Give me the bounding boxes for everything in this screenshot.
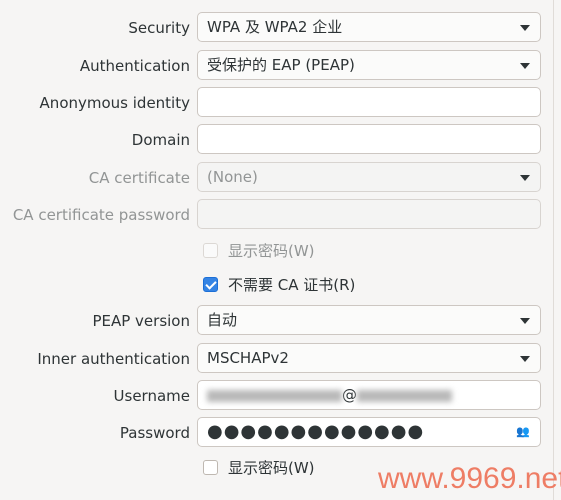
- authentication-label: Authentication: [79, 57, 190, 75]
- authentication-value: 受保护的 EAP (PEAP): [207, 56, 355, 74]
- domain-label: Domain: [131, 131, 190, 149]
- username-row: Username @: [0, 380, 561, 412]
- chevron-down-icon: [520, 63, 530, 69]
- ca-certificate-password-label: CA certificate password: [12, 206, 190, 224]
- peap-version-label: PEAP version: [92, 312, 190, 330]
- show-password-label: 显示密码(W): [228, 459, 315, 477]
- authentication-dropdown[interactable]: 受保护的 EAP (PEAP): [197, 50, 541, 80]
- peap-version-value: 自动: [207, 311, 238, 329]
- security-dropdown[interactable]: WPA 及 WPA2 企业: [197, 12, 541, 42]
- peap-version-row: PEAP version 自动: [0, 305, 561, 337]
- domain-input[interactable]: [197, 124, 541, 154]
- ca-certificate-password-row: CA certificate password: [0, 199, 561, 231]
- domain-row: Domain: [0, 124, 561, 156]
- person-key-icon[interactable]: 👥: [516, 418, 530, 446]
- ca-certificate-label: CA certificate: [88, 169, 190, 187]
- anonymous-identity-input[interactable]: [197, 87, 541, 117]
- show-password-checkbox[interactable]: [203, 460, 218, 475]
- anonymous-identity-label: Anonymous identity: [39, 94, 190, 112]
- no-ca-required-checkbox[interactable]: [203, 277, 218, 292]
- chevron-down-icon: [520, 175, 530, 181]
- no-ca-required-row[interactable]: 不需要 CA 证书(R): [0, 270, 561, 302]
- show-password-ca-label: 显示密码(W): [228, 242, 315, 260]
- password-label: Password: [119, 424, 190, 442]
- ca-certificate-password-input[interactable]: [197, 199, 541, 229]
- inner-authentication-label: Inner authentication: [37, 350, 190, 368]
- inner-authentication-dropdown[interactable]: MSCHAPv2: [197, 343, 541, 373]
- password-row: Password ●●●●●●●●●●●●● 👥: [0, 417, 561, 449]
- blurred-text: [357, 389, 452, 402]
- security-row: Security WPA 及 WPA2 企业: [0, 12, 561, 44]
- username-label: Username: [113, 387, 190, 405]
- show-password-ca-row[interactable]: 显示密码(W): [0, 236, 561, 268]
- anonymous-identity-row: Anonymous identity: [0, 87, 561, 119]
- watermark: www.9969.net: [378, 462, 561, 495]
- show-password-ca-checkbox[interactable]: [203, 243, 218, 258]
- inner-authentication-value: MSCHAPv2: [207, 349, 289, 367]
- chevron-down-icon: [520, 318, 530, 324]
- chevron-down-icon: [520, 25, 530, 31]
- blurred-text: [207, 389, 342, 402]
- username-at: @: [342, 386, 357, 404]
- authentication-row: Authentication 受保护的 EAP (PEAP): [0, 50, 561, 82]
- ca-certificate-row: CA certificate (None): [0, 162, 561, 194]
- security-label: Security: [128, 19, 190, 37]
- password-input[interactable]: ●●●●●●●●●●●●● 👥: [197, 417, 541, 447]
- no-ca-required-label: 不需要 CA 证书(R): [228, 276, 356, 294]
- inner-authentication-row: Inner authentication MSCHAPv2: [0, 343, 561, 375]
- username-input[interactable]: @: [197, 380, 541, 410]
- ca-certificate-dropdown[interactable]: (None): [197, 162, 541, 192]
- chevron-down-icon: [520, 356, 530, 362]
- password-value: ●●●●●●●●●●●●●: [207, 421, 425, 442]
- security-value: WPA 及 WPA2 企业: [207, 18, 343, 36]
- ca-certificate-value: (None): [207, 168, 258, 186]
- peap-version-dropdown[interactable]: 自动: [197, 305, 541, 335]
